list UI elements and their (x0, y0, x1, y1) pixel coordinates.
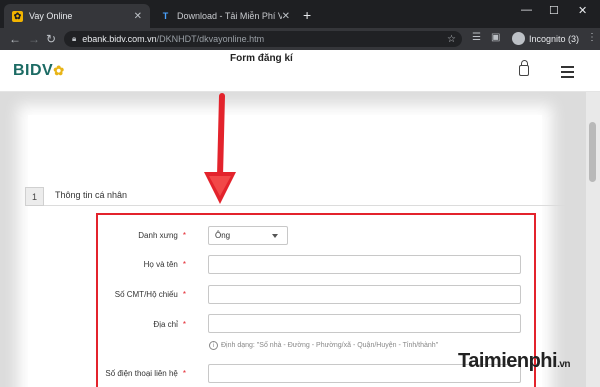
salutation-value: Ông (215, 231, 231, 240)
page-scrollbar[interactable] (586, 92, 600, 387)
phone-label: Số điện thoại liên hệ * (105, 369, 186, 378)
section-header: 1 Thông tin cá nhân (25, 187, 565, 206)
new-tab-button[interactable]: + (303, 8, 311, 22)
info-icon: i (209, 341, 218, 350)
more-menu-icon[interactable]: ⋮ (587, 32, 597, 43)
address-hint: i Định dạng: "Số nhà - Đường - Phường/xã… (209, 341, 438, 350)
login-lock-icon[interactable] (519, 60, 529, 76)
taimienphi-watermark: Taimienphi.vn (458, 350, 571, 372)
bidv-favicon-icon: ✿ (12, 10, 23, 22)
fullname-label: Họ và tên * (143, 260, 186, 269)
taimienphi-favicon-icon: T (162, 11, 169, 21)
reload-button[interactable]: ↻ (46, 31, 56, 47)
forward-button[interactable]: → (28, 31, 40, 47)
section-number: 1 (25, 187, 44, 206)
site-header: BIDV✿ (0, 50, 600, 92)
sidebar-icon[interactable]: ▣ (491, 32, 500, 43)
incognito-label: Incognito (3) (529, 33, 580, 44)
browser-tab-strip: ✿ Vay Online ✕ T Download - Tải Miễn Phí… (0, 0, 600, 28)
maximize-icon[interactable]: ☐ (549, 4, 559, 17)
bidv-logo[interactable]: BIDV✿ (13, 62, 65, 80)
incognito-indicator[interactable]: Incognito (3) (512, 32, 579, 45)
form-title: Form đăng kí (230, 53, 293, 64)
hamburger-menu-icon[interactable] (561, 66, 574, 81)
tab-title: Vay Online (29, 11, 73, 21)
browser-toolbar: ← → ↻ 🔒︎ ebank.bidv.com.vn /DKNHDT/dkvay… (0, 28, 600, 50)
window-close-icon[interactable]: ✕ (578, 4, 587, 17)
back-button[interactable]: ← (9, 31, 21, 47)
tab-vay-online[interactable]: ✿ Vay Online ✕ (4, 4, 150, 28)
salutation-select[interactable]: Ông (208, 226, 288, 245)
logo-text: BIDV (13, 62, 54, 79)
scrollbar-thumb[interactable] (589, 122, 596, 182)
fullname-input[interactable] (208, 255, 521, 274)
incognito-icon (512, 32, 525, 45)
close-tab-icon[interactable]: ✕ (282, 11, 290, 22)
tab-download[interactable]: T Download - Tải Miễn Phí VN - Ph ✕ (152, 4, 298, 28)
logo-mark-icon: ✿ (53, 63, 65, 78)
salutation-label: Danh xưng * (138, 231, 186, 240)
extensions-icon[interactable]: ☰ (472, 32, 481, 43)
star-icon[interactable]: ☆ (447, 34, 456, 45)
section-title: Thông tin cá nhân (55, 190, 128, 200)
url-path: /DKNHDT/dkvayonline.htm (156, 34, 265, 44)
tab-title: Download - Tải Miễn Phí VN - Ph (177, 11, 282, 21)
chevron-down-icon (272, 234, 278, 238)
url-host: ebank.bidv.com.vn (82, 34, 157, 44)
address-input[interactable] (208, 314, 521, 333)
id-number-label: Số CMT/Hộ chiếu * (114, 290, 186, 299)
address-bar[interactable]: 🔒︎ ebank.bidv.com.vn /DKNHDT/dkvayonline… (64, 31, 462, 47)
id-number-input[interactable] (208, 285, 521, 304)
minimize-icon[interactable]: — (521, 4, 532, 16)
address-label: Địa chỉ * (153, 320, 186, 329)
lock-icon[interactable]: 🔒︎ (72, 34, 76, 44)
close-tab-icon[interactable]: ✕ (134, 11, 142, 22)
address-hint-text: Định dạng: "Số nhà - Đường - Phường/xã -… (221, 342, 439, 349)
